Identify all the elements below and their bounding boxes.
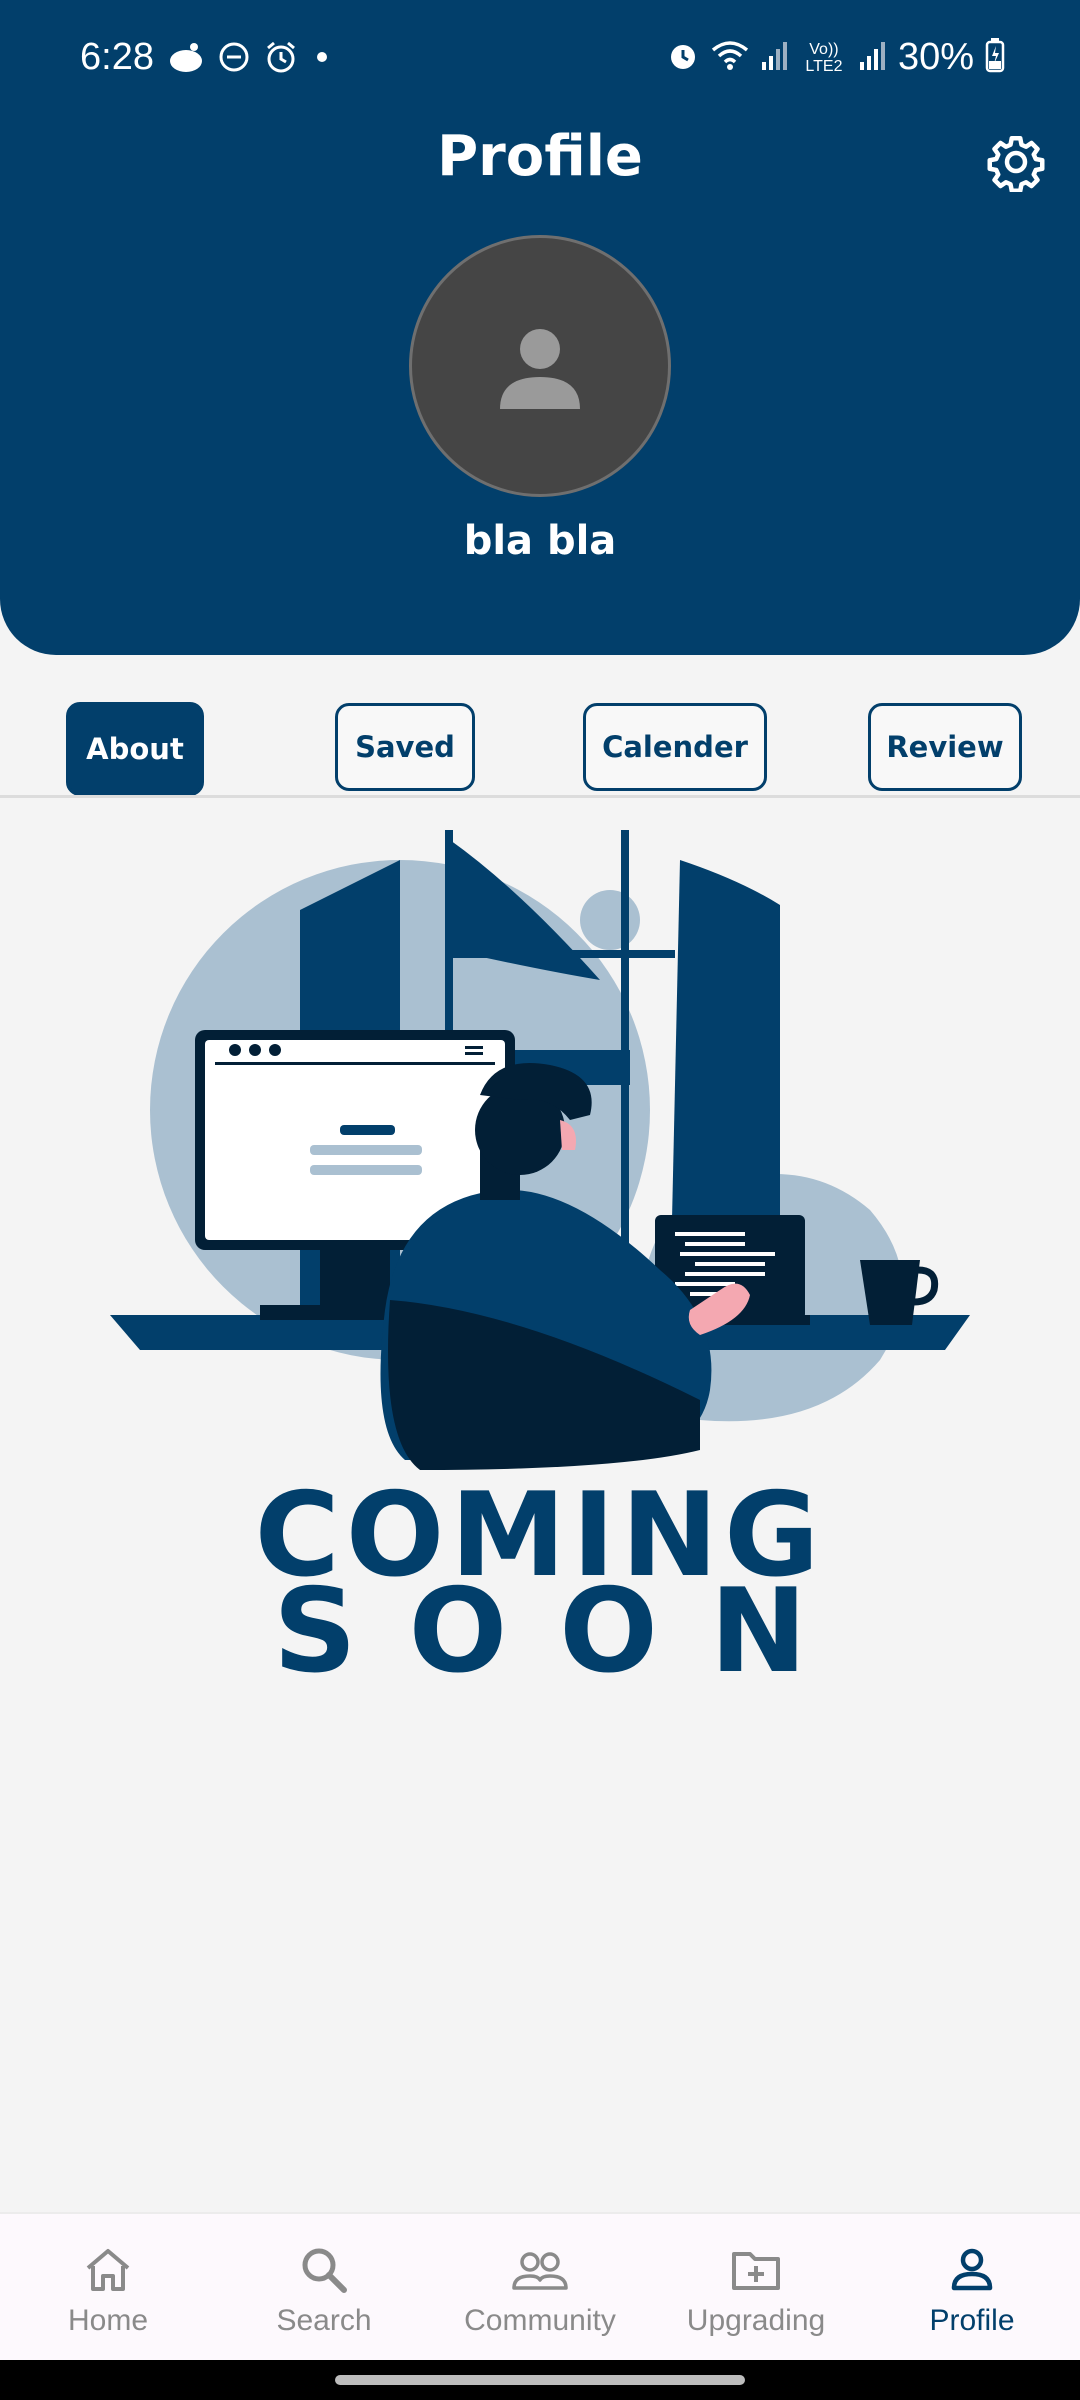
tab-review-label: Review <box>886 730 1004 764</box>
nav-upgrading-label: Upgrading <box>686 2304 826 2337</box>
folder-add-icon <box>732 2252 780 2290</box>
alarm-icon <box>264 40 298 79</box>
settings-button[interactable] <box>986 132 1046 193</box>
search-icon <box>302 2248 347 2293</box>
status-time: 6:28 <box>80 36 154 78</box>
nav-community-label: Community <box>464 2304 616 2337</box>
nav-community[interactable]: Community <box>432 2214 648 2362</box>
home-icon <box>86 2249 130 2291</box>
tab-saved-label: Saved <box>355 730 455 764</box>
app-notification-icon <box>168 41 204 78</box>
avatar[interactable] <box>409 235 671 497</box>
network-type-label: Vo)) LTE2 <box>805 40 843 75</box>
nav-home-label: Home <box>67 2304 149 2337</box>
dnd-icon <box>218 41 250 78</box>
gear-icon <box>987 136 1045 193</box>
page-title: Profile <box>437 124 643 189</box>
battery-charging-icon <box>984 37 1006 78</box>
signal-2-icon <box>858 38 888 77</box>
coming-soon-illustration <box>110 830 970 1470</box>
wifi-icon <box>710 38 750 77</box>
gesture-bar <box>0 2360 1080 2400</box>
tab-about[interactable]: About <box>66 702 204 796</box>
coming-soon-text: COMING SOON <box>0 1478 1080 1699</box>
dot-icon <box>312 47 332 72</box>
tab-calender-label: Calender <box>602 730 748 764</box>
status-bar: 6:28 Vo)) LTE2 30% <box>0 0 1080 120</box>
nav-search[interactable]: Search <box>216 2214 432 2362</box>
tab-calender[interactable]: Calender <box>583 703 767 791</box>
profile-icon <box>951 2248 993 2291</box>
person-icon <box>500 329 580 409</box>
nav-upgrading[interactable]: Upgrading <box>648 2214 864 2362</box>
profile-header: 6:28 Vo)) LTE2 30% Profile bla bla <box>0 0 1080 655</box>
tab-review[interactable]: Review <box>868 703 1022 791</box>
community-icon <box>512 2252 568 2290</box>
user-name: bla bla <box>463 518 617 564</box>
nav-profile[interactable]: Profile <box>864 2214 1080 2362</box>
tab-about-label: About <box>86 732 184 766</box>
bottom-navigation: Home Search Community Upgrading Profile <box>0 2212 1080 2360</box>
tab-divider <box>0 795 1080 798</box>
signal-icon <box>760 38 790 77</box>
nav-search-label: Search <box>276 2304 372 2337</box>
tab-saved[interactable]: Saved <box>335 703 475 791</box>
battery-percent: 30% <box>897 36 974 78</box>
alarm-status-icon <box>666 38 700 77</box>
nav-profile-label: Profile <box>929 2304 1015 2337</box>
nav-home[interactable]: Home <box>0 2214 216 2362</box>
home-gesture-handle[interactable] <box>335 2375 745 2385</box>
coming-soon-line2: SOON <box>273 1564 859 1699</box>
